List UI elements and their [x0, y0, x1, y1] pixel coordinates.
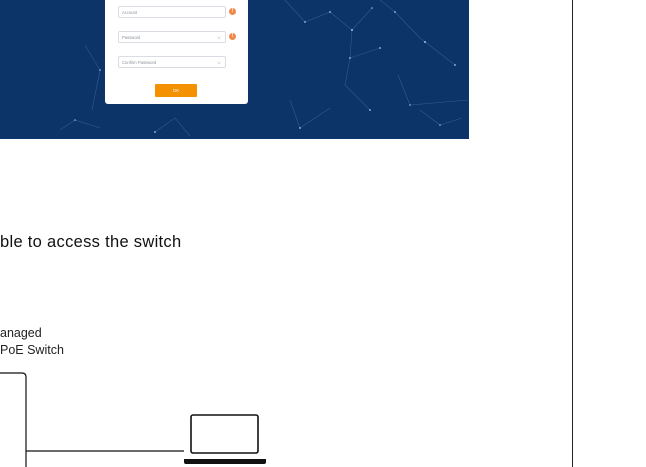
switch-outline — [0, 372, 27, 467]
laptop-icon — [184, 414, 266, 464]
connection-diagram — [0, 372, 266, 467]
page-divider — [572, 0, 573, 467]
